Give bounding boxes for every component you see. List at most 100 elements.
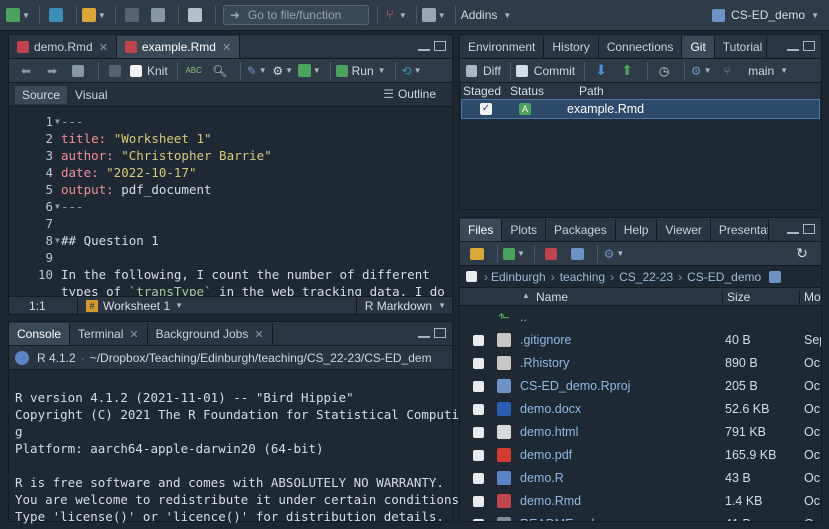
code-line[interactable]: 6 ▼ --- bbox=[9, 198, 452, 215]
tab-git[interactable]: Git bbox=[682, 36, 715, 58]
file-row[interactable]: demo.R 43 B Oc bbox=[460, 467, 821, 490]
run-button[interactable]: Run ▼ bbox=[335, 60, 386, 82]
file-name[interactable]: demo.Rmd bbox=[520, 494, 581, 508]
code-line[interactable]: 3 author: "Christopher Barrie" bbox=[9, 147, 452, 164]
tab-background-jobs[interactable]: Background Jobs ✕ bbox=[148, 323, 273, 345]
section-dropdown[interactable]: # Worksheet 1 ▼ bbox=[77, 296, 183, 315]
code-line[interactable]: 10 In the following, I count the number o… bbox=[9, 266, 452, 283]
code-line[interactable]: 1 ▼ --- bbox=[9, 113, 452, 130]
code-line[interactable]: 9 bbox=[9, 249, 452, 266]
select-all-checkbox[interactable] bbox=[466, 271, 477, 282]
tab-files[interactable]: Files bbox=[460, 219, 503, 241]
save-button[interactable] bbox=[104, 60, 126, 82]
pull-button[interactable]: ⬇ bbox=[590, 60, 612, 82]
parent-directory-link[interactable]: .. bbox=[520, 310, 527, 324]
tab-example-rmd[interactable]: example.Rmd ✕ bbox=[116, 36, 241, 58]
file-row[interactable]: README.md 41 B Oc bbox=[460, 513, 821, 521]
outline-button[interactable]: ☰ Outline bbox=[383, 87, 436, 101]
fold-icon[interactable]: ▼ bbox=[55, 198, 60, 215]
insert-chunk-button[interactable]: ▼ bbox=[297, 60, 321, 82]
tab-presentation[interactable]: Presentation bbox=[711, 219, 769, 241]
new-blank-file-button[interactable]: ▼ bbox=[503, 243, 525, 265]
tab-history[interactable]: History bbox=[544, 36, 599, 58]
fold-icon[interactable]: ▼ bbox=[55, 113, 60, 130]
file-name[interactable]: demo.html bbox=[520, 425, 578, 439]
file-checkbox[interactable] bbox=[473, 496, 484, 507]
code-line[interactable]: 2 title: "Worksheet 1" bbox=[9, 130, 452, 147]
tab-connections[interactable]: Connections bbox=[599, 36, 683, 58]
file-name[interactable]: CS-ED_demo.Rproj bbox=[520, 379, 630, 393]
breadcrumb-cs-ed-demo[interactable]: CS-ED_demo bbox=[687, 270, 761, 284]
minimize-icon[interactable] bbox=[418, 47, 430, 51]
tab-tutorial[interactable]: Tutorial bbox=[715, 36, 767, 58]
code-line[interactable]: 7 bbox=[9, 215, 452, 232]
file-name[interactable]: .Rhistory bbox=[520, 356, 569, 370]
file-name[interactable]: demo.docx bbox=[520, 402, 581, 416]
code-line[interactable]: 4 date: "2022-10-17" bbox=[9, 164, 452, 181]
close-icon[interactable]: ✕ bbox=[129, 328, 138, 341]
new-project-button[interactable] bbox=[45, 4, 67, 26]
vcs-button[interactable]: ⑂ ▼ bbox=[383, 4, 407, 26]
refresh-button[interactable]: ↻ bbox=[791, 243, 813, 265]
maximize-icon[interactable] bbox=[803, 41, 815, 51]
tab-console[interactable]: Console bbox=[9, 323, 71, 345]
modified-header[interactable]: Modified bbox=[799, 290, 821, 304]
branch-button[interactable]: ⑂ bbox=[716, 60, 738, 82]
file-checkbox[interactable] bbox=[473, 450, 484, 461]
new-folder-button[interactable] bbox=[466, 243, 488, 265]
settings-button[interactable]: ⚙ ▼ bbox=[272, 60, 294, 82]
size-header[interactable]: Size bbox=[722, 290, 750, 304]
file-checkbox[interactable] bbox=[473, 335, 484, 346]
close-icon[interactable]: ✕ bbox=[99, 41, 108, 54]
close-icon[interactable]: ✕ bbox=[222, 41, 231, 54]
new-file-button[interactable]: ▼ bbox=[6, 4, 30, 26]
branch-dropdown[interactable]: main ▼ bbox=[748, 60, 788, 82]
code-line[interactable]: types of `transType` in the web tracking… bbox=[9, 283, 452, 297]
staged-checkbox[interactable]: ✓ bbox=[480, 103, 492, 115]
code-line[interactable]: 5 output: pdf_document bbox=[9, 181, 452, 198]
file-row[interactable]: CS-ED_demo.Rproj 205 B Oc bbox=[460, 375, 821, 398]
print-button[interactable] bbox=[184, 4, 206, 26]
commit-button[interactable]: Commit bbox=[515, 60, 575, 82]
code-editor[interactable]: 1 ▼ --- 2 title: "Worksheet 1" 3 author: "Chri… bbox=[9, 111, 452, 297]
open-file-button[interactable]: ▼ bbox=[81, 4, 106, 26]
path-header[interactable]: Path bbox=[579, 84, 604, 98]
status-header[interactable]: Status bbox=[510, 84, 544, 98]
back-button[interactable]: ⬅ bbox=[15, 60, 37, 82]
save-button[interactable] bbox=[121, 4, 143, 26]
file-row[interactable]: demo.Rmd 1.4 KB Oc bbox=[460, 490, 821, 513]
breadcrumb-teaching[interactable]: teaching bbox=[560, 270, 605, 284]
code-tools-button[interactable]: ✎ ▼ bbox=[246, 60, 268, 82]
working-directory[interactable]: ~/Dropbox/Teaching/Edinburgh/teaching/CS… bbox=[90, 351, 432, 365]
tab-viewer[interactable]: Viewer bbox=[657, 219, 711, 241]
delete-button[interactable] bbox=[540, 243, 562, 265]
tab-demo-rmd[interactable]: demo.Rmd ✕ bbox=[9, 36, 117, 58]
spellcheck-button[interactable]: ABC bbox=[183, 60, 205, 82]
diff-button[interactable]: Diff bbox=[466, 60, 501, 82]
file-name[interactable]: README.md bbox=[520, 517, 594, 521]
code-line[interactable]: 8 ▼ ## Question 1 bbox=[9, 232, 452, 249]
tab-environment[interactable]: Environment bbox=[460, 36, 545, 58]
file-row[interactable]: demo.docx 52.6 KB Oc bbox=[460, 398, 821, 421]
parent-directory-row[interactable]: ⬑ .. bbox=[460, 306, 821, 329]
breadcrumb-edinburgh[interactable]: Edinburgh bbox=[491, 270, 546, 284]
maximize-icon[interactable] bbox=[434, 41, 446, 51]
tab-packages[interactable]: Packages bbox=[546, 219, 616, 241]
minimize-icon[interactable] bbox=[787, 47, 799, 51]
git-file-row[interactable]: ✓ A example.Rmd bbox=[461, 99, 820, 119]
more-button[interactable]: ⚙ ▼ bbox=[603, 243, 625, 265]
file-checkbox[interactable] bbox=[473, 358, 484, 369]
pane-layout-button[interactable]: ▼ bbox=[421, 4, 446, 26]
minimize-icon[interactable] bbox=[418, 334, 430, 338]
push-button[interactable]: ⬆ bbox=[616, 60, 638, 82]
tab-plots[interactable]: Plots bbox=[502, 219, 547, 241]
project-menu[interactable]: CS-ED_demo ▼ bbox=[712, 8, 819, 22]
rename-button[interactable] bbox=[566, 243, 588, 265]
forward-button[interactable]: ➡ bbox=[41, 60, 63, 82]
file-checkbox[interactable] bbox=[473, 427, 484, 438]
file-checkbox[interactable] bbox=[473, 519, 484, 521]
save-all-button[interactable] bbox=[147, 4, 169, 26]
console-output[interactable]: R version 4.1.2 (2021-11-01) -- "Bird Hi… bbox=[9, 370, 467, 524]
close-icon[interactable]: ✕ bbox=[254, 328, 263, 341]
find-button[interactable]: 🔍︎ bbox=[209, 60, 231, 82]
